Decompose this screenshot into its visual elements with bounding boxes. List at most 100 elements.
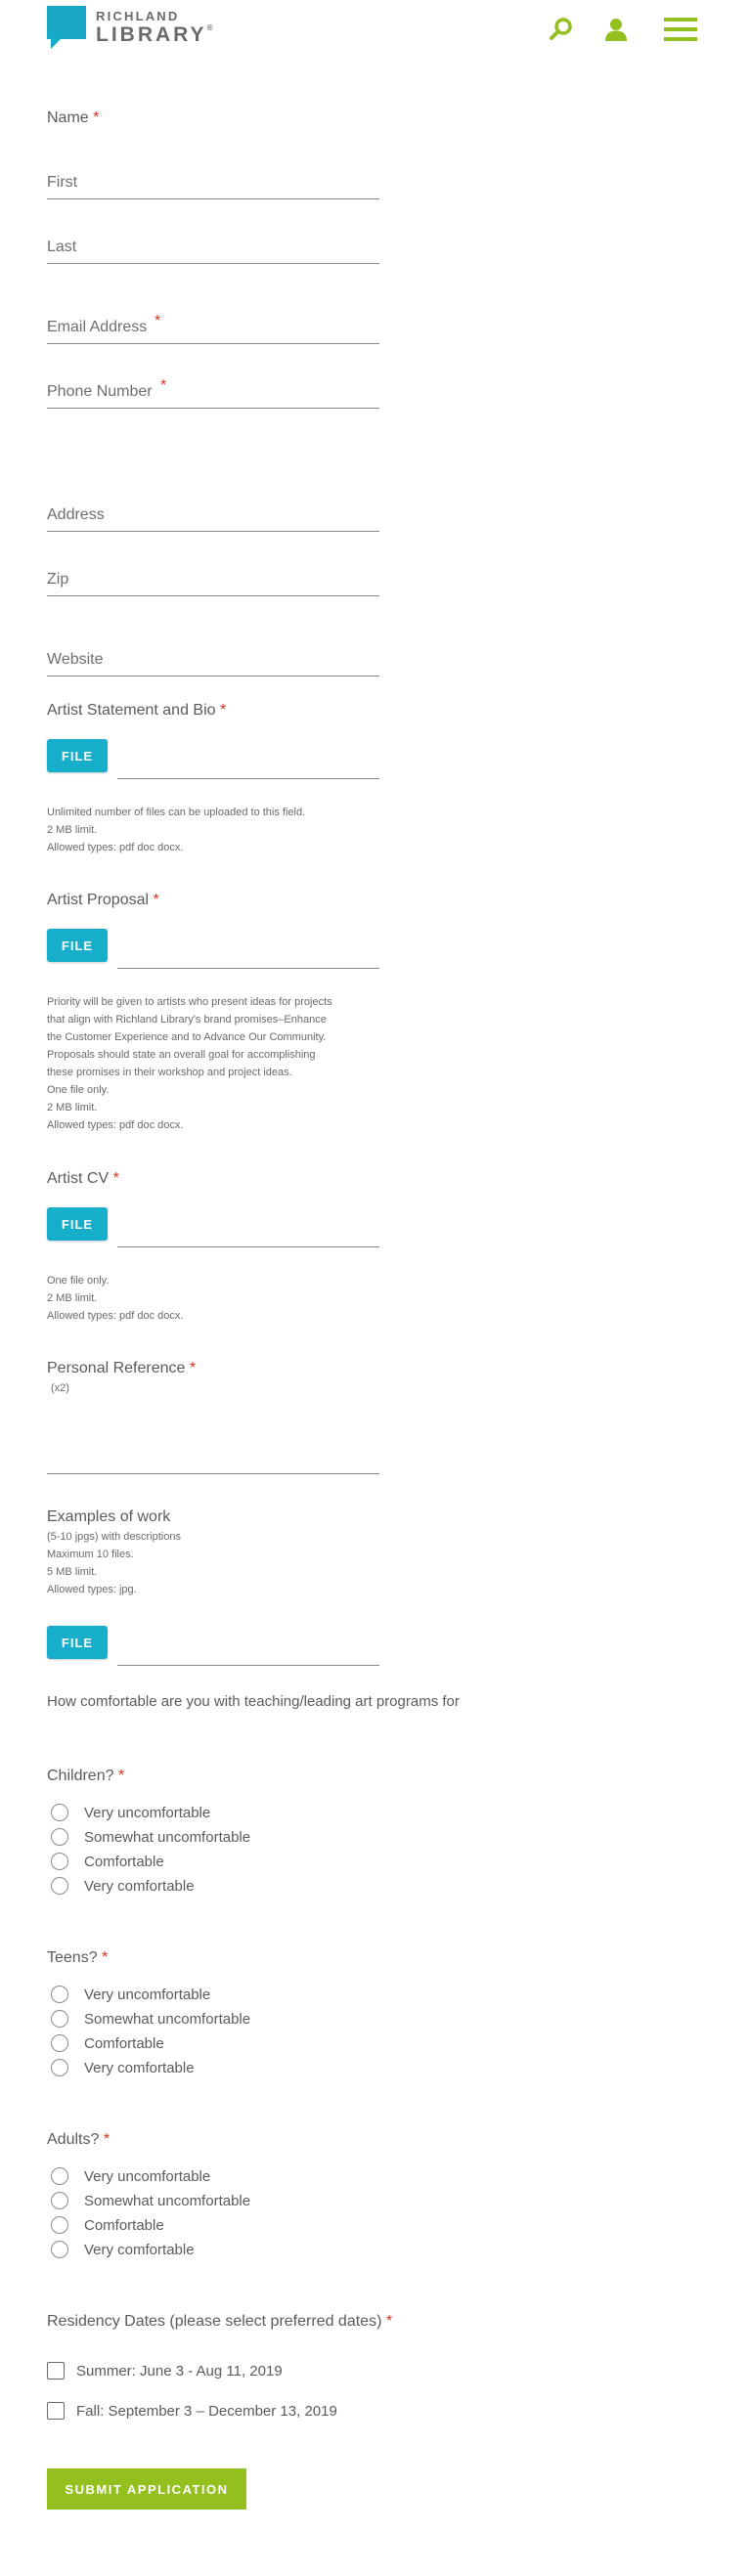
examples-file-field[interactable] — [117, 1665, 379, 1666]
required-mark: * — [93, 109, 100, 126]
radio-button[interactable] — [51, 1877, 68, 1895]
radio-button[interactable] — [51, 2241, 68, 2258]
radio-label: Very comfortable — [84, 2059, 195, 2076]
adults-option-comfortable[interactable]: Comfortable — [51, 2214, 164, 2236]
help-line: Allowed types: pdf doc docx. — [47, 1310, 184, 1322]
teens-option-very-uncomfortable[interactable]: Very uncomfortable — [51, 1984, 210, 2005]
address-input[interactable] — [47, 493, 379, 532]
radio-label: Somewhat uncomfortable — [84, 2192, 251, 2209]
radio-button[interactable] — [51, 2059, 68, 2076]
children-option-comfortable[interactable]: Comfortable — [51, 1851, 164, 1872]
phone-required-mark: * — [160, 377, 167, 394]
statement-label: Artist Statement and Bio * — [47, 702, 226, 720]
radio-button[interactable] — [51, 2167, 68, 2185]
help-line: Allowed types: pdf doc docx. — [47, 1119, 184, 1131]
email-required-mark: * — [155, 313, 161, 329]
cv-file-button[interactable]: FILE — [47, 1207, 108, 1241]
required-mark: * — [219, 702, 227, 719]
examples-file-button[interactable]: FILE — [47, 1626, 108, 1659]
cv-label: Artist CV * — [47, 1170, 119, 1188]
children-option-very-comfortable[interactable]: Very comfortable — [51, 1875, 195, 1897]
examples-label: Examples of work — [47, 1508, 171, 1525]
children-option-very-uncomfortable[interactable]: Very uncomfortable — [51, 1802, 210, 1823]
children-label: Children? * — [47, 1768, 124, 1785]
radio-button[interactable] — [51, 1986, 68, 2003]
teens-option-comfortable[interactable]: Comfortable — [51, 2032, 164, 2054]
help-line: the Customer Experience and to Advance O… — [47, 1031, 327, 1043]
logo-line1: RICHLAND — [96, 9, 180, 23]
adults-label-text: Adults? — [47, 2131, 100, 2148]
reference-label-text: Personal Reference — [47, 1360, 186, 1376]
logo-line2: LIBRARY® — [96, 23, 213, 46]
user-icon — [605, 19, 627, 41]
search-button[interactable] — [546, 14, 577, 45]
adults-option-somewhat-uncomfortable[interactable]: Somewhat uncomfortable — [51, 2190, 250, 2211]
help-line: Proposals should state an overall goal f… — [47, 1049, 316, 1061]
checkbox[interactable] — [47, 2362, 65, 2380]
menu-icon — [664, 18, 697, 41]
richland-library-logo[interactable]: RICHLAND LIBRARY® — [47, 6, 213, 53]
help-line: 5 MB limit. — [47, 1566, 98, 1578]
email-input[interactable] — [47, 305, 379, 344]
logo-text: RICHLAND LIBRARY® — [96, 10, 212, 45]
proposal-help: Priority will be given to artists who pr… — [47, 993, 379, 1134]
proposal-file-button[interactable]: FILE — [47, 929, 108, 962]
last-name-input[interactable] — [47, 225, 379, 264]
statement-file-button[interactable]: FILE — [47, 739, 108, 772]
help-line: Allowed types: pdf doc docx. — [47, 842, 184, 853]
adults-option-very-comfortable[interactable]: Very comfortable — [51, 2239, 195, 2260]
logo-mark-icon — [47, 6, 86, 49]
radio-button[interactable] — [51, 2010, 68, 2028]
residency-label: Residency Dates (please select preferred… — [47, 2313, 392, 2331]
teens-option-somewhat-uncomfortable[interactable]: Somewhat uncomfortable — [51, 2008, 250, 2030]
submit-application-button[interactable]: SUBMIT APPLICATION — [47, 2468, 246, 2510]
help-line: One file only. — [47, 1084, 110, 1096]
teens-option-very-comfortable[interactable]: Very comfortable — [51, 2057, 195, 2078]
proposal-file-field[interactable] — [117, 968, 379, 969]
reference-input[interactable] — [47, 1435, 379, 1474]
residency-option-fall[interactable]: Fall: September 3 – December 13, 2019 — [47, 2400, 337, 2422]
statement-file-field[interactable] — [117, 778, 379, 779]
radio-label: Very uncomfortable — [84, 1986, 211, 2003]
statement-help: Unlimited number of files can be uploade… — [47, 804, 379, 856]
website-input[interactable] — [47, 637, 379, 677]
radio-button[interactable] — [51, 1853, 68, 1870]
menu-button[interactable] — [661, 14, 700, 45]
radio-button[interactable] — [51, 2216, 68, 2234]
required-mark: * — [153, 892, 159, 908]
help-line: Maximum 10 files. — [47, 1549, 134, 1560]
account-button[interactable] — [600, 14, 632, 45]
radio-label: Very uncomfortable — [84, 2167, 211, 2185]
logo-trademark: ® — [206, 23, 213, 32]
radio-label: Very comfortable — [84, 2241, 195, 2258]
help-line: 2 MB limit. — [47, 1292, 98, 1304]
name-label-text: Name — [47, 109, 89, 126]
cv-file-field[interactable] — [117, 1246, 379, 1247]
adults-option-very-uncomfortable[interactable]: Very uncomfortable — [51, 2165, 210, 2187]
adults-label: Adults? * — [47, 2131, 110, 2149]
phone-input[interactable] — [47, 370, 379, 409]
radio-label: Somewhat uncomfortable — [84, 1828, 251, 1846]
help-line: (5-10 jpgs) with descriptions — [47, 1531, 181, 1543]
children-option-somewhat-uncomfortable[interactable]: Somewhat uncomfortable — [51, 1826, 250, 1848]
radio-button[interactable] — [51, 1828, 68, 1846]
reference-note: (x2) — [51, 1382, 69, 1394]
children-label-text: Children? — [47, 1768, 114, 1784]
first-name-input[interactable] — [47, 160, 379, 199]
checkbox-label: Summer: June 3 - Aug 11, 2019 — [76, 2362, 283, 2380]
comfort-intro: How comfortable are you with teaching/le… — [47, 1693, 460, 1710]
radio-label: Comfortable — [84, 2034, 164, 2052]
name-label: Name * — [47, 109, 99, 127]
logo-line2-text: LIBRARY — [96, 23, 207, 46]
statement-label-text: Artist Statement and Bio — [47, 702, 216, 719]
zip-input[interactable] — [47, 557, 379, 596]
residency-label-text: Residency Dates (please select preferred… — [47, 2313, 382, 2330]
radio-button[interactable] — [51, 2192, 68, 2209]
required-mark: * — [103, 2131, 110, 2148]
radio-button[interactable] — [51, 2034, 68, 2052]
checkbox[interactable] — [47, 2402, 65, 2420]
radio-label: Very comfortable — [84, 1877, 195, 1895]
residency-option-summer[interactable]: Summer: June 3 - Aug 11, 2019 — [47, 2360, 283, 2381]
radio-button[interactable] — [51, 1804, 68, 1821]
required-mark: * — [102, 1949, 109, 1966]
